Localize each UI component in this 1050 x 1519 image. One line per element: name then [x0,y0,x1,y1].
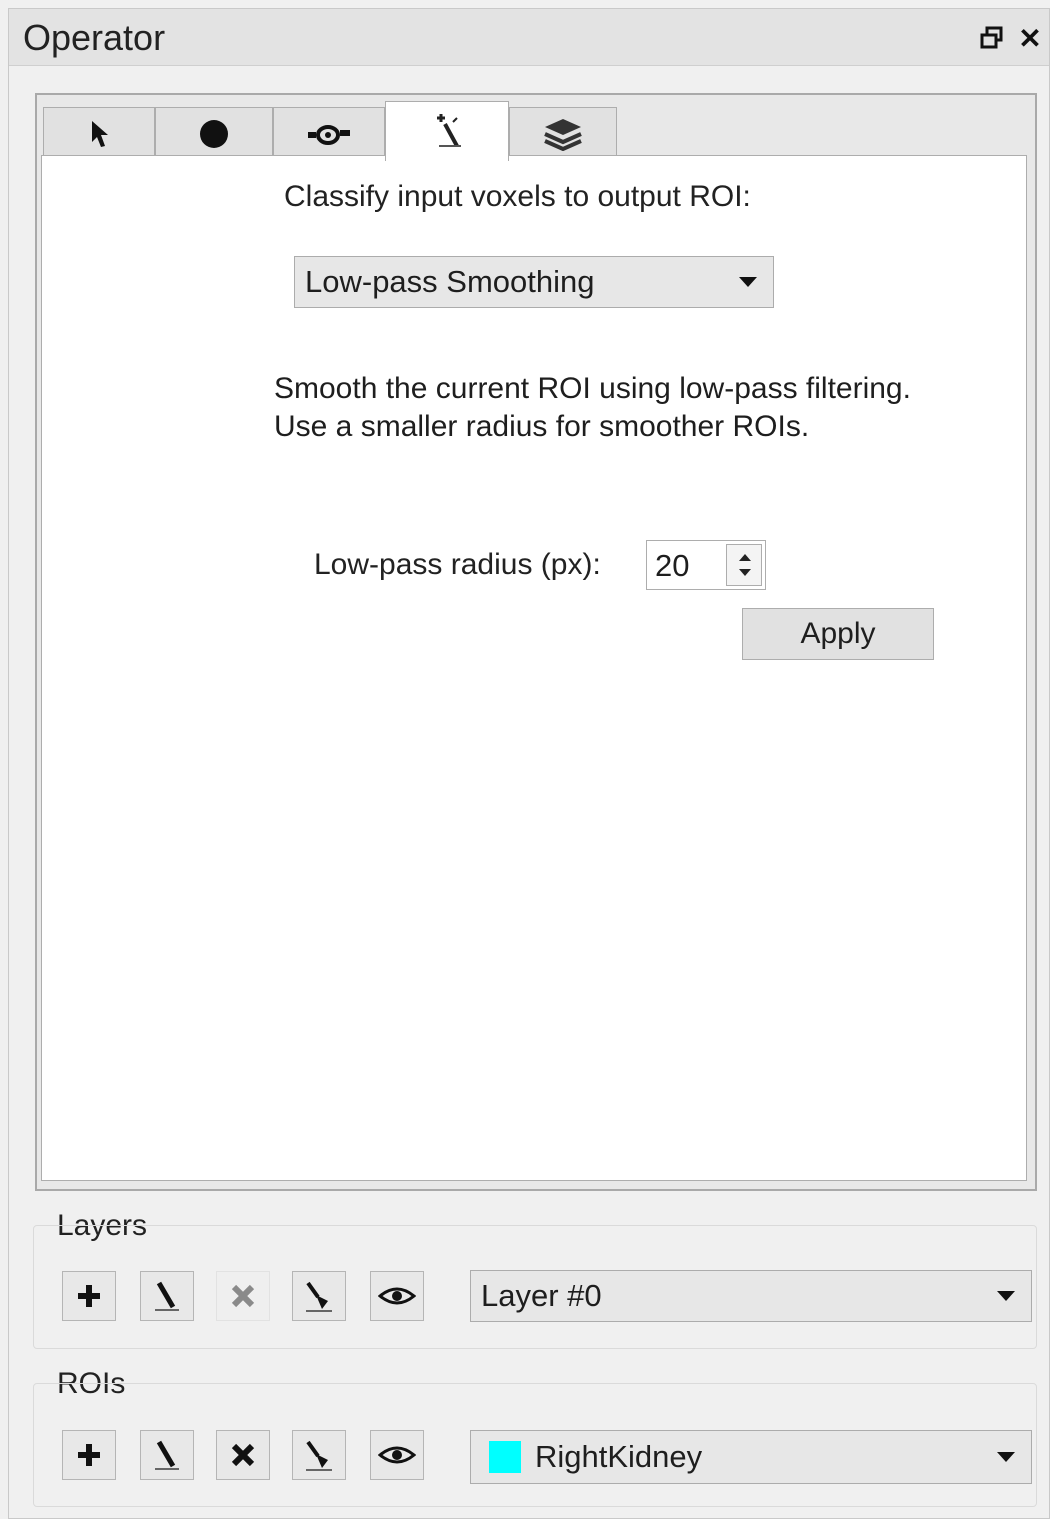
add-roi-button[interactable] [62,1430,116,1480]
clear-layer-button[interactable] [292,1271,346,1321]
pencil-icon [155,1281,179,1311]
operator-method-value: Low-pass Smoothing [305,264,595,299]
operator-tab-page: Classify input voxels to output ROI: Low… [41,155,1027,1181]
tab-layers[interactable] [509,107,617,159]
apply-button[interactable]: Apply [742,608,934,660]
pointer-icon [92,120,108,147]
close-icon[interactable]: ✕ [1015,23,1045,54]
layer-select-dropdown[interactable]: Layer #0 [470,1270,1032,1322]
restore-icon[interactable] [977,23,1007,53]
spin-down-icon[interactable] [739,569,751,576]
clear-roi-button[interactable] [292,1430,346,1480]
roi-color-swatch [489,1441,521,1473]
layers-group: Layer #0 [33,1225,1037,1349]
toggle-layer-visibility-button[interactable] [370,1271,424,1321]
plus-icon [78,1285,100,1307]
eye-icon [378,1287,416,1305]
chevron-down-icon [997,1291,1015,1301]
tool-tab-widget: Classify input voxels to output ROI: Low… [35,93,1037,1191]
radius-value[interactable]: 20 [655,548,689,584]
operator-method-dropdown[interactable]: Low-pass Smoothing [294,256,774,308]
delete-layer-button[interactable] [216,1271,270,1321]
spin-up-icon[interactable] [739,554,751,561]
tab-brush[interactable] [273,107,385,159]
brush-icon [308,124,350,145]
delete-x-icon [231,1443,255,1467]
pencil-icon [155,1440,179,1470]
eye-icon [378,1446,416,1464]
tab-paint-point[interactable] [155,107,273,159]
eraser-icon [306,1281,332,1312]
radius-stepper[interactable] [726,544,762,586]
wand-icon [437,113,461,147]
add-layer-button[interactable] [62,1271,116,1321]
edit-roi-button[interactable] [140,1430,194,1480]
title-bar[interactable]: Operator ✕ [9,9,1049,66]
tab-operator[interactable] [385,101,509,161]
dot-icon [200,119,228,148]
rois-group: RightKidney [33,1383,1037,1507]
layers-stack-icon [544,118,582,151]
chevron-down-icon [997,1452,1015,1462]
delete-x-icon [231,1284,255,1308]
panel-title: Operator [23,17,166,58]
roi-select-dropdown[interactable]: RightKidney [470,1430,1032,1484]
radius-label: Low-pass radius (px): [314,548,601,581]
edit-layer-button[interactable] [140,1271,194,1321]
toggle-roi-visibility-button[interactable] [370,1430,424,1480]
tab-select[interactable] [43,107,155,159]
radius-spinbox[interactable]: 20 [646,540,766,590]
chevron-down-icon [739,277,757,287]
operator-description: Smooth the current ROI using low-pass fi… [274,372,911,443]
classify-label: Classify input voxels to output ROI: [284,180,751,213]
delete-roi-button[interactable] [216,1430,270,1480]
operator-panel: Operator ✕ Classify input voxels to outp… [8,8,1050,1519]
plus-icon [78,1444,100,1466]
roi-select-value: RightKidney [535,1439,703,1474]
layer-select-value: Layer #0 [481,1278,602,1313]
eraser-icon [306,1440,332,1471]
